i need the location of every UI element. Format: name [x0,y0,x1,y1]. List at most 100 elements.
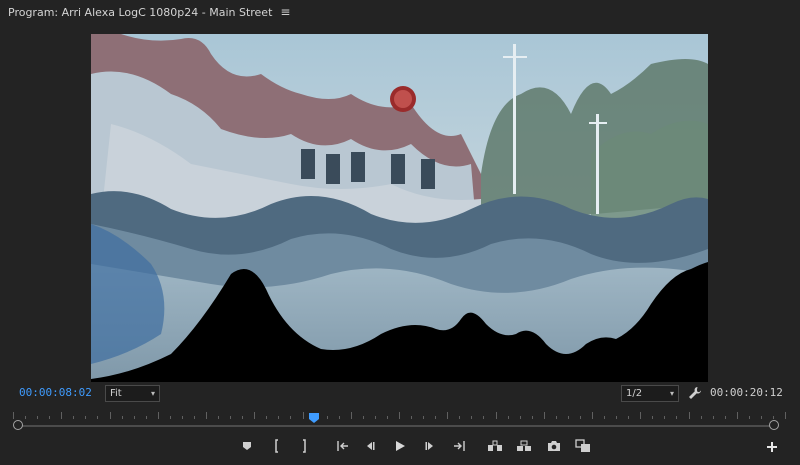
ruler-tick [97,416,98,419]
ruler-tick [290,416,291,419]
mark-out-icon [303,439,306,453]
ruler-tick [785,412,786,419]
time-ruler[interactable] [13,405,786,419]
ruler-tick [749,416,750,419]
ruler-tick [399,412,400,419]
ruler-tick [230,416,231,419]
comparison-view-icon [575,439,590,452]
ruler-tick [604,416,605,419]
ruler-tick [568,416,569,419]
ruler-tick [689,412,690,419]
mark-out-button[interactable] [295,437,313,455]
zoom-level-value: Fit [110,388,122,399]
video-frame [91,34,708,382]
ruler-tick [483,416,484,419]
ruler-tick [122,416,123,419]
zoom-level-select[interactable]: Fit ▾ [105,385,160,402]
ruler-tick [13,412,14,419]
ruler-tick [266,416,267,419]
panel-header: Program: Arri Alexa LogC 1080p24 - Main … [0,0,800,24]
ruler-tick [49,416,50,419]
ruler-tick [701,416,702,419]
ruler-tick [664,416,665,419]
ruler-tick [556,416,557,419]
ruler-tick [737,412,738,419]
ruler-tick [532,416,533,419]
zoom-handle-end[interactable] [769,420,779,430]
ruler-tick [411,416,412,419]
ruler-tick [327,416,328,419]
marker-icon [243,442,251,450]
ruler-tick [363,416,364,419]
ruler-tick [628,416,629,419]
ruler-tick [725,416,726,419]
go-to-out-icon [454,441,465,451]
zoom-scroll-bar[interactable] [18,425,774,427]
go-to-in-button[interactable] [334,437,352,455]
ruler-tick [110,412,111,419]
ruler-tick [73,416,74,419]
ruler-tick [254,412,255,419]
go-to-out-button[interactable] [450,437,468,455]
ruler-tick [194,416,195,419]
step-forward-button[interactable] [421,437,439,455]
ruler-tick [508,416,509,419]
extract-button[interactable] [515,437,533,455]
add-marker-button[interactable] [238,437,256,455]
step-forward-icon [425,442,433,450]
ruler-tick [206,412,207,419]
ruler-tick [496,412,497,419]
ruler-tick [182,416,183,419]
ruler-tick [37,416,38,419]
chevron-down-icon: ▾ [150,389,155,398]
ruler-tick [134,416,135,419]
ruler-tick [616,416,617,419]
ruler-tick [640,412,641,419]
zoom-handle-start[interactable] [13,420,23,430]
ruler-tick [242,416,243,419]
ruler-tick [158,412,159,419]
ruler-tick [375,416,376,419]
current-timecode[interactable]: 00:00:08:02 [19,386,92,399]
chevron-down-icon: ▾ [669,389,674,398]
ruler-tick [652,416,653,419]
ruler-tick [218,416,219,419]
ruler-tick [544,412,545,419]
plus-icon[interactable] [765,439,779,453]
wrench-icon[interactable] [688,385,702,399]
play-icon [396,441,405,451]
ruler-tick [339,416,340,419]
ruler-tick [459,416,460,419]
program-monitor-viewer[interactable] [91,34,708,382]
playhead-marker[interactable] [309,408,319,423]
ruler-tick [592,412,593,419]
playback-resolution-select[interactable]: 1/2 ▾ [621,385,679,402]
step-back-icon [367,442,375,450]
playback-resolution-value: 1/2 [626,388,643,399]
ruler-tick [713,416,714,419]
panel-title: Program: Arri Alexa LogC 1080p24 - Main … [8,5,273,19]
step-back-button[interactable] [361,437,379,455]
go-to-in-icon [337,441,348,451]
ruler-tick [278,416,279,419]
camera-icon [548,441,560,451]
comparison-view-button[interactable] [574,437,592,455]
lift-button[interactable] [486,437,504,455]
ruler-tick [170,416,171,419]
ruler-tick [146,416,147,419]
ruler-tick [471,416,472,419]
mark-in-button[interactable] [268,437,286,455]
mark-in-icon [275,439,278,453]
ruler-tick [761,416,762,419]
ruler-tick [351,412,352,419]
export-frame-button[interactable] [545,437,563,455]
ruler-tick [61,412,62,419]
hamburger-menu-icon[interactable]: ≡ [280,5,290,19]
ruler-tick [435,416,436,419]
play-button[interactable] [391,437,409,455]
lift-icon [488,440,502,451]
extract-icon [517,440,531,451]
ruler-tick [303,412,304,419]
transport-controls [0,437,800,457]
ruler-tick [85,416,86,419]
